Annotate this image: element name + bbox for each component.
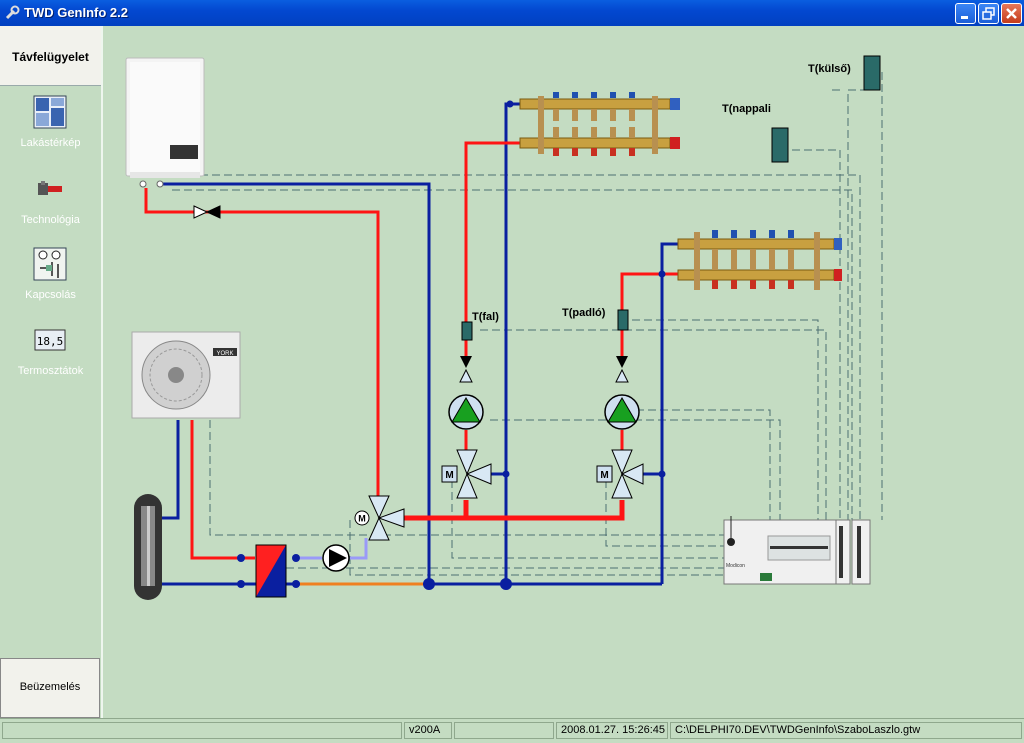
heat-pump-unit: YORK: [131, 331, 241, 419]
minimize-button[interactable]: [955, 3, 976, 24]
sidebar-item-thermostats[interactable]: 18,5 Termosztátok: [0, 322, 101, 386]
tab-label: Távfelügyelet: [12, 50, 89, 64]
thermostat-icon: 18,5: [34, 329, 66, 351]
sidebar-item-label: Lakástérkép: [20, 137, 81, 149]
floor-plan-icon: [33, 95, 67, 129]
svg-text:M: M: [600, 470, 608, 481]
primary-pump: [322, 544, 350, 572]
t-kulso-label: T(külső): [808, 63, 851, 75]
status-file-path: C:\DELPHI70.DEV\TWDGenInfo\SzaboLaszlo.g…: [670, 722, 1022, 739]
status-panel-1: [2, 722, 402, 739]
sidebar-item-floor-plan[interactable]: Lakástérkép: [0, 94, 101, 158]
floor-circuit-pump: [604, 394, 640, 430]
close-icon: [1006, 8, 1017, 19]
title-bar[interactable]: TWD GenInfo 2.2: [0, 0, 1024, 26]
sidebar-item-technology[interactable]: Technológia: [0, 171, 101, 235]
heating-system-diagram: YORK M T(fal) T(padló) M M T(külső) T(na…: [104, 26, 1024, 718]
svg-text:18,5: 18,5: [37, 335, 64, 348]
room-temp-sensor: [771, 127, 789, 163]
svg-text:M: M: [358, 514, 366, 524]
status-panel-3: [454, 722, 554, 739]
t-fal-label: T(fal): [472, 311, 499, 323]
restore-icon: [982, 7, 995, 20]
status-bar: v200A 2008.01.27. 15:26:45 C:\DELPHI70.D…: [0, 718, 1024, 743]
york-logo: YORK: [216, 351, 233, 357]
technology-icon: [38, 181, 62, 195]
sidebar-item-label: Kapcsolás: [25, 289, 76, 301]
gas-boiler: [125, 57, 205, 188]
status-datetime: 2008.01.27. 15:26:45: [556, 722, 668, 739]
plc-brand: Modicon: [726, 563, 745, 569]
wrench-app-icon: [5, 5, 20, 20]
wall-circuit-pump: [448, 394, 484, 430]
restore-button[interactable]: [978, 3, 999, 24]
wiring-icon: [33, 247, 67, 281]
outdoor-temp-sensor: [863, 55, 881, 91]
sidebar-item-label: Termosztátok: [17, 365, 84, 377]
status-version: v200A: [404, 722, 452, 739]
close-button[interactable]: [1001, 3, 1022, 24]
minimize-icon: [961, 16, 968, 19]
t-padlo-label: T(padló): [562, 307, 606, 319]
sidebar: Távfelügyelet Lakástérkép Technológia Ka…: [0, 26, 103, 718]
sidebar-item-wiring[interactable]: Kapcsolás: [0, 246, 101, 310]
commissioning-label: Beüzemelés: [19, 681, 81, 693]
commissioning-button[interactable]: Beüzemelés: [0, 658, 100, 718]
buffer-tank: [134, 494, 162, 600]
tab-remote-monitoring[interactable]: Távfelügyelet: [0, 26, 101, 86]
window-title: TWD GenInfo 2.2: [24, 5, 128, 20]
plc-controller: Modicon: [723, 516, 871, 585]
heat-exchanger: [255, 544, 287, 598]
svg-text:M: M: [445, 470, 453, 481]
t-nappali-label: T(nappali: [722, 103, 771, 115]
sidebar-item-label: Technológia: [21, 214, 80, 226]
